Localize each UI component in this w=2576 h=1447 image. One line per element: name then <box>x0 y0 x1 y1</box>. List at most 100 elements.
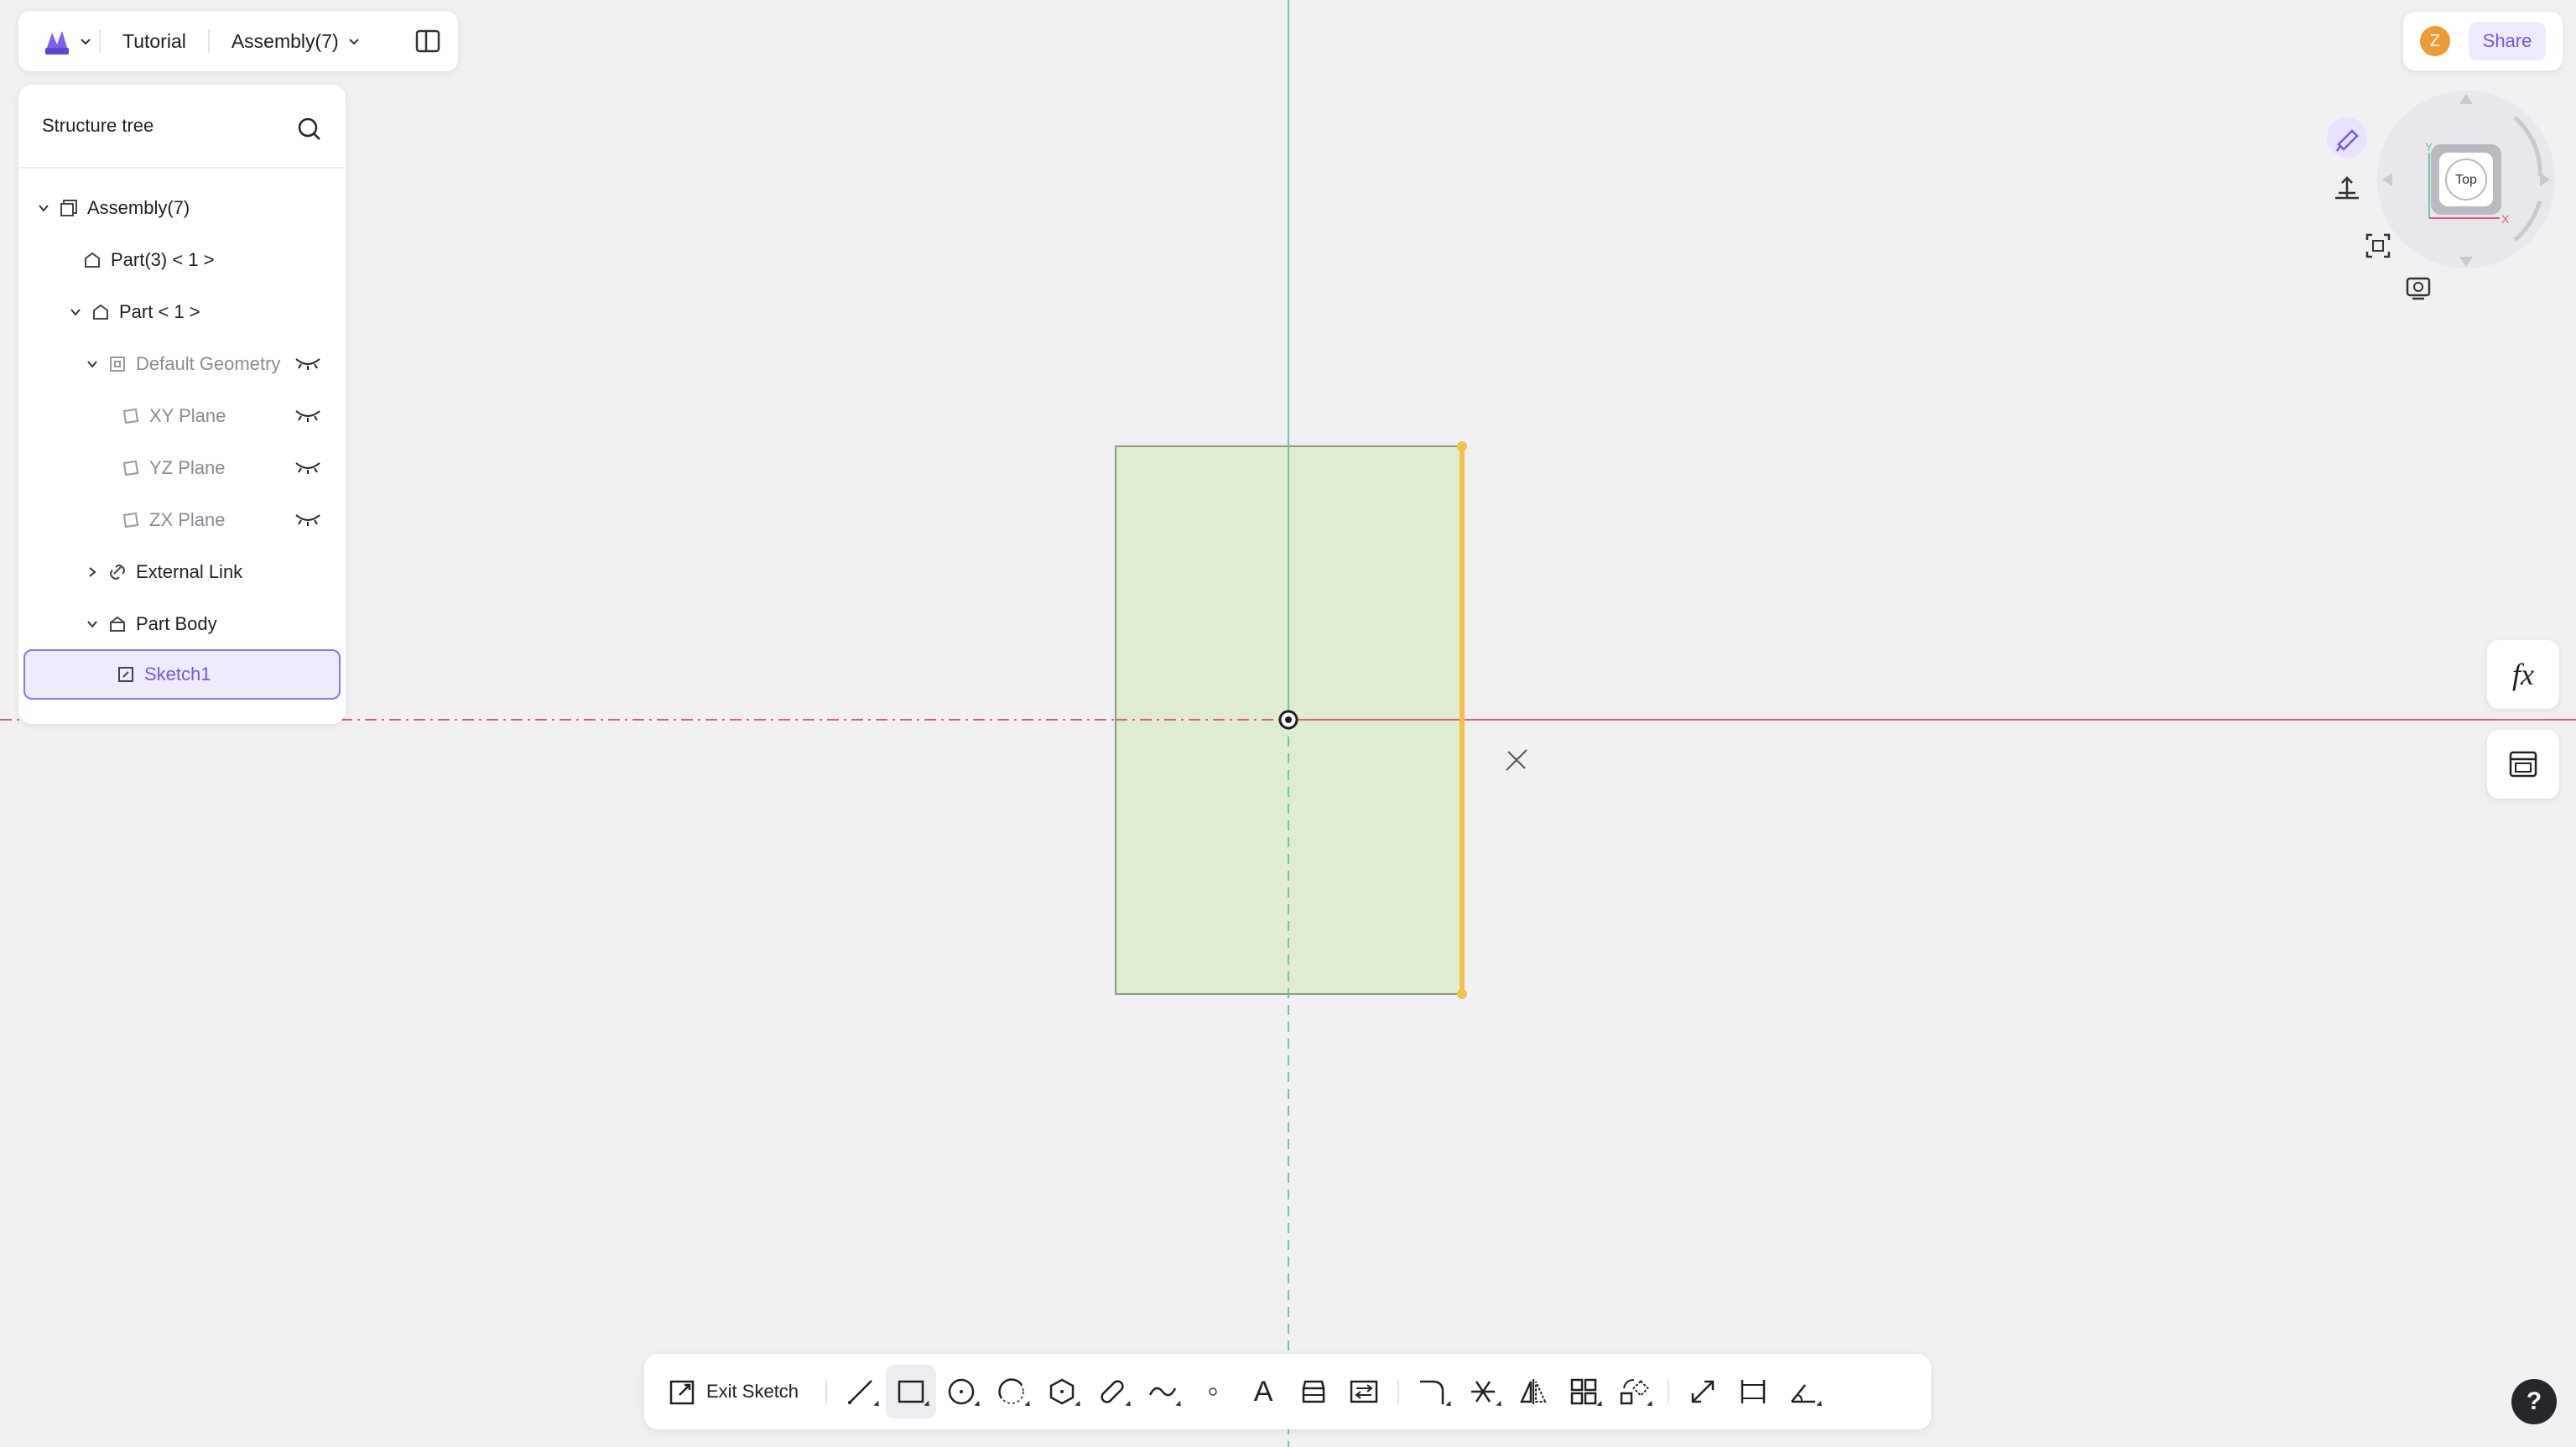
dimension-tool[interactable] <box>1728 1365 1778 1418</box>
divider <box>1397 1379 1400 1404</box>
constraint-tool[interactable] <box>1778 1365 1829 1418</box>
transform-tool[interactable] <box>1609 1365 1659 1418</box>
constraint-icon <box>1791 1384 1816 1403</box>
mirror-tool[interactable] <box>1508 1365 1559 1418</box>
tree-item-label: Sketch1 <box>144 664 211 684</box>
visibility-hidden-icon[interactable] <box>294 458 322 480</box>
offset-tool[interactable] <box>1678 1365 1728 1418</box>
document-title: Assembly(7) <box>231 29 339 52</box>
table-icon <box>2509 751 2537 778</box>
divider <box>207 29 210 53</box>
breadcrumb-tutorial[interactable]: Tutorial <box>122 30 186 53</box>
tree-header: Structure tree <box>18 85 346 169</box>
dimension-icon <box>1741 1380 1766 1403</box>
top-toolbar: Tutorial Assembly(7) <box>18 11 458 71</box>
tree-item-default-geometry[interactable]: Default Geometry <box>23 339 341 389</box>
rectangle-icon <box>898 1380 924 1403</box>
project-icon <box>1302 1380 1325 1403</box>
view-cube[interactable]: Top <box>2431 144 2501 215</box>
properties-panel-button[interactable] <box>2487 730 2559 799</box>
chevron-down-icon <box>348 39 359 45</box>
tree-item-external-link[interactable]: External Link <box>23 547 341 597</box>
arc-icon <box>998 1378 1024 1404</box>
normal-view-button[interactable] <box>2335 176 2359 200</box>
logo-icon <box>45 31 69 55</box>
tree-item-label: Part Body <box>136 613 217 634</box>
tree-item-label: Default Geometry <box>136 353 281 374</box>
tree-item-sketch1[interactable]: Sketch1 <box>23 649 341 700</box>
fit-view-button[interactable] <box>2365 233 2391 258</box>
mirror-icon <box>1520 1379 1547 1404</box>
edge-endpoint-bottom[interactable] <box>1457 989 1467 999</box>
pattern-tool[interactable] <box>1559 1365 1609 1418</box>
view-navigation: Top Y X <box>2327 91 2555 300</box>
visibility-hidden-icon[interactable] <box>294 354 322 376</box>
text-tool[interactable]: A <box>1238 1365 1288 1418</box>
arc-tool[interactable] <box>986 1365 1037 1418</box>
panel-toggle-button[interactable] <box>414 28 441 55</box>
project-tool[interactable] <box>1288 1365 1339 1418</box>
share-button[interactable]: Share <box>2469 22 2546 60</box>
spline-tool[interactable] <box>1137 1365 1188 1418</box>
chevron-down-icon[interactable] <box>84 356 101 372</box>
tree-item-label: External Link <box>136 561 243 582</box>
search-button[interactable] <box>297 117 322 146</box>
avatar[interactable]: Z <box>2420 26 2450 56</box>
document-switcher[interactable]: Assembly(7) <box>232 30 361 53</box>
sketch-icon <box>116 664 136 684</box>
axis-x-label: X <box>2501 212 2510 226</box>
rectangle-tool[interactable] <box>886 1365 937 1418</box>
tree-item-label: ZX Plane <box>149 509 226 530</box>
circle-tool[interactable] <box>936 1365 986 1418</box>
help-button[interactable]: ? <box>2511 1379 2557 1424</box>
tree-item-yz-plane[interactable]: YZ Plane <box>23 443 341 493</box>
offset-icon <box>1691 1380 1715 1403</box>
tree-item-label: Part < 1 > <box>119 301 200 322</box>
part-icon <box>91 302 111 322</box>
tree-item-part-body[interactable]: Part Body <box>23 599 341 649</box>
spline-icon <box>1148 1387 1177 1397</box>
app-logo-menu[interactable] <box>40 24 99 58</box>
fillet-tool[interactable] <box>1408 1365 1458 1418</box>
transform-icon <box>1620 1379 1649 1405</box>
formula-button[interactable]: fx <box>2487 640 2559 709</box>
sketch-mode-button[interactable] <box>2327 117 2367 158</box>
tree-item-part3[interactable]: Part(3) < 1 > <box>23 235 341 285</box>
part-body-icon <box>107 614 127 634</box>
link-icon <box>107 562 127 582</box>
point-tool[interactable] <box>1188 1365 1238 1418</box>
chevron-down-icon <box>81 39 91 45</box>
chevron-down-icon[interactable] <box>67 304 84 320</box>
exit-sketch-icon <box>669 1380 695 1405</box>
visibility-hidden-icon[interactable] <box>294 510 322 532</box>
slot-tool[interactable] <box>1087 1365 1137 1418</box>
chevron-right-icon[interactable] <box>84 564 101 580</box>
tree-item-part[interactable]: Part < 1 > <box>23 287 341 337</box>
circle-icon <box>948 1378 975 1405</box>
tree-item-label: XY Plane <box>149 405 226 426</box>
part-icon <box>82 250 102 270</box>
chevron-down-icon[interactable] <box>35 200 52 216</box>
display-mode-button[interactable] <box>2406 277 2431 300</box>
structure-tree-panel: Structure tree Assembly(7) Part(3) < 1 >… <box>18 85 346 724</box>
sketch-canvas[interactable] <box>0 0 2576 1447</box>
chevron-down-icon[interactable] <box>84 616 101 632</box>
line-tool[interactable] <box>835 1365 886 1418</box>
origin-dot <box>1285 716 1292 723</box>
tree-item-zx-plane[interactable]: ZX Plane <box>23 495 341 545</box>
point-icon <box>1209 1387 1217 1396</box>
visibility-hidden-icon[interactable] <box>294 406 322 428</box>
axis-y-label: Y <box>2425 140 2433 154</box>
exit-sketch-button[interactable]: Exit Sketch <box>668 1377 799 1407</box>
tree-item-assembly[interactable]: Assembly(7) <box>23 183 341 233</box>
tree-title: Structure tree <box>42 115 154 136</box>
search-icon <box>298 117 320 140</box>
polygon-tool[interactable] <box>1037 1365 1087 1418</box>
sidebar-toggle-icon <box>415 29 440 53</box>
edge-endpoint-top[interactable] <box>1457 441 1467 451</box>
fillet-icon <box>1420 1380 1444 1404</box>
tree-item-xy-plane[interactable]: XY Plane <box>23 391 341 441</box>
convert-tool[interactable] <box>1339 1365 1389 1418</box>
view-cube-label: Top <box>2455 173 2477 187</box>
trim-tool[interactable] <box>1458 1365 1508 1418</box>
